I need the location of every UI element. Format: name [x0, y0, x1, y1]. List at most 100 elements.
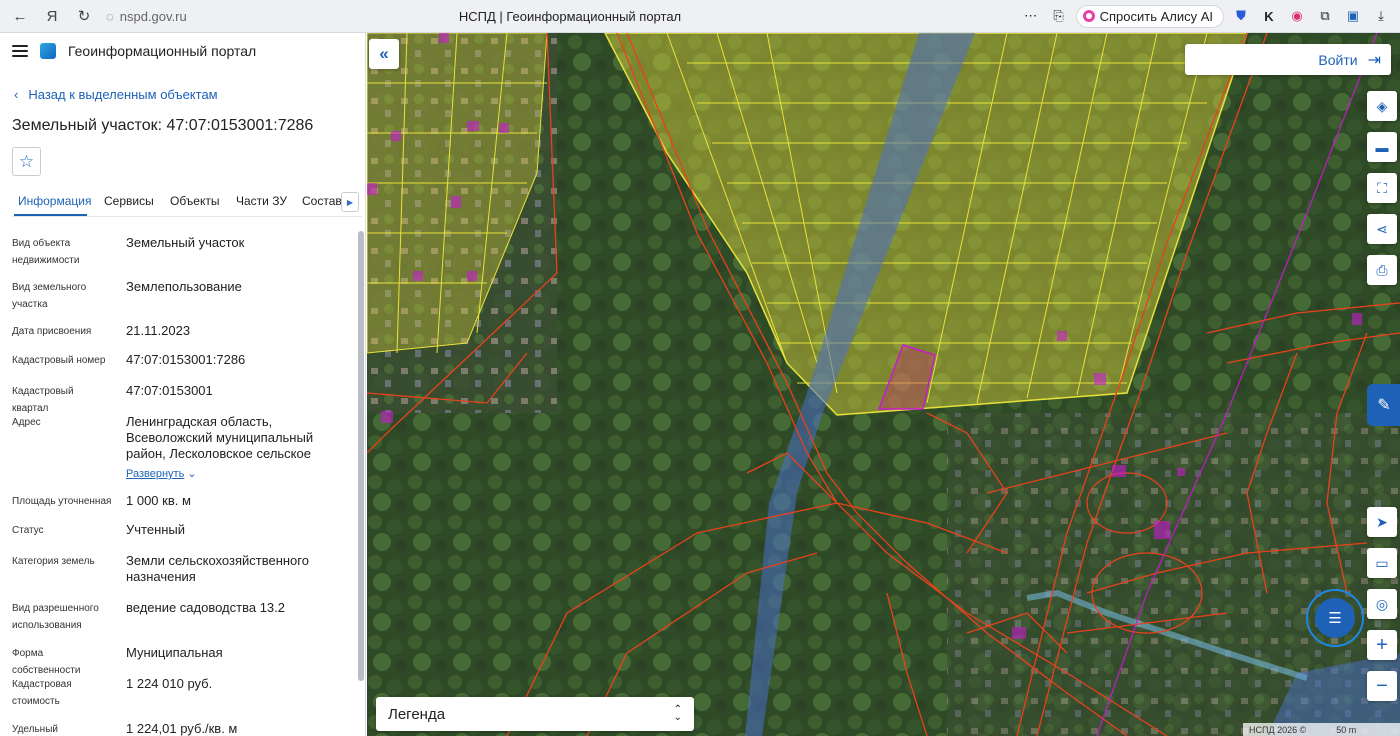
extension-circle-icon[interactable]: ◉	[1286, 5, 1308, 27]
tab-composition[interactable]: Состав	[302, 194, 342, 208]
layers-button[interactable]: ◈	[1367, 91, 1397, 121]
property-label: Вид земельного участка	[12, 282, 87, 310]
side-widget-button[interactable]: ✎	[1367, 384, 1400, 426]
property-label: Вид объекта недвижимости	[12, 238, 80, 266]
address-value: Ленинградская область, Всеволожский муни…	[126, 414, 314, 461]
property-value: Земли сельскохозяйственного назначения	[126, 553, 309, 584]
expand-address-link[interactable]: Развернуть ⌄	[126, 467, 197, 480]
ask-alice-button[interactable]: Спросить Алису AI	[1075, 4, 1224, 28]
download-icon[interactable]: ⤓	[1370, 5, 1392, 27]
map-attribution: НСПД 2026 © 50 m	[1243, 723, 1400, 736]
property-value: 1 224 010 руб.	[126, 676, 213, 691]
layers-icon: ◈	[1376, 97, 1388, 114]
extension-puzzle-icon[interactable]: ⧉	[1314, 5, 1336, 27]
property-value: Земельный участок	[126, 235, 245, 250]
property-value: 1 000 кв. м	[126, 493, 191, 508]
tab-information[interactable]: Информация	[18, 194, 91, 208]
menu-icon[interactable]	[12, 45, 28, 57]
property-value: 21.11.2023	[126, 323, 191, 338]
site-info-icon[interactable]: ◌	[106, 9, 114, 24]
back-arrow-icon[interactable]: ←	[4, 2, 36, 30]
double-chevron-left-icon: «	[379, 44, 389, 63]
login-label: Войти	[1318, 51, 1358, 68]
property-label: Вид разрешенного использования	[12, 603, 99, 631]
navigation-arrow-icon: ➤	[1376, 513, 1388, 530]
property-label: Адрес	[12, 417, 41, 428]
panel-header: Геоинформационный портал	[12, 43, 256, 59]
alice-label: Спросить Алису AI	[1099, 8, 1213, 24]
extension-shield-icon[interactable]: ⛊	[1230, 5, 1252, 27]
my-location-button[interactable]: ➤	[1367, 507, 1397, 537]
share-button[interactable]: ⋖	[1367, 214, 1397, 244]
reload-icon[interactable]: ↻	[68, 2, 100, 30]
legend-label: Легенда	[388, 705, 446, 723]
zoom-in-button[interactable]: +	[1367, 630, 1397, 660]
collapse-panel-button[interactable]: «	[369, 39, 399, 69]
property-label: Удельный показатель	[12, 724, 58, 735]
tab-services[interactable]: Сервисы	[104, 194, 154, 208]
chat-button[interactable]: ☰	[1306, 589, 1364, 647]
sign-in-icon: ⇥	[1367, 51, 1381, 69]
tab-parcel-parts[interactable]: Части ЗУ	[236, 194, 287, 208]
property-value: 1 224,01 руб./кв. м	[126, 721, 238, 736]
extension-k-icon[interactable]: K	[1258, 5, 1280, 27]
more-icon[interactable]: ⋯	[1020, 5, 1042, 27]
ruler-icon: ▬	[1375, 139, 1389, 155]
address-bar[interactable]: ◌ nspd.gov.ru	[106, 9, 187, 24]
widget-icon: ✎	[1377, 397, 1391, 414]
legend-dropdown[interactable]: Легенда ⌃ ⌄	[376, 697, 694, 731]
property-value: Муниципальная	[126, 645, 223, 660]
property-label: Кадастровый квартал	[12, 386, 74, 414]
back-to-selection-link[interactable]: ‹ Назад к выделенным объектам	[14, 87, 218, 102]
map-view[interactable]: « Войти ⇥ ◈ ▬ ⛶ ⋖ ⎙ ✎ ➤ ▭ ◎ + − ☰ Легенд…	[367, 33, 1400, 736]
selection-icon: ⛶	[1377, 179, 1387, 196]
location-pin-icon: ◎	[1375, 595, 1389, 612]
tab-objects[interactable]: Объекты	[170, 194, 220, 208]
app-title: Геоинформационный портал	[68, 43, 257, 59]
portal-logo-icon	[40, 43, 56, 59]
alice-icon	[1082, 10, 1095, 22]
zoom-out-button[interactable]: −	[1367, 671, 1397, 701]
page-title: Земельный участок: 47:07:0153001:7286	[12, 117, 314, 134]
select-area-button[interactable]: ⛶	[1367, 173, 1397, 203]
measure-button[interactable]: ▬	[1367, 132, 1397, 162]
scrollbar-thumb[interactable]	[358, 231, 364, 681]
plus-icon: +	[1376, 633, 1388, 656]
chevron-left-icon: ‹	[14, 87, 19, 102]
property-value: 47:07:0153001	[126, 383, 213, 398]
scale-bar-label: 50 m	[1336, 724, 1357, 735]
login-button[interactable]: Войти ⇥	[1185, 44, 1391, 75]
url-text[interactable]: nspd.gov.ru	[120, 9, 187, 24]
minimap-icon: ▭	[1375, 554, 1389, 571]
property-label: Статус	[12, 525, 44, 536]
yandex-icon[interactable]: Я	[36, 2, 68, 30]
chat-bubble-icon: ☰	[1315, 598, 1355, 638]
panel-scrollbar[interactable]	[358, 225, 364, 735]
chevron-up-down-icon: ⌃ ⌄	[673, 704, 682, 723]
minus-icon: −	[1376, 674, 1388, 697]
copyright-text: НСПД 2026 ©	[1249, 724, 1307, 735]
property-value: Учтенный	[126, 522, 186, 537]
property-value: 47:07:0153001:7286	[126, 352, 246, 367]
property-label: Категория земель	[12, 556, 95, 567]
property-value: Землепользование	[126, 279, 242, 294]
printer-icon: ⎙	[1376, 261, 1388, 278]
tabs-scroll-right-button[interactable]: ▶	[341, 192, 359, 212]
property-label: Площадь уточненная	[12, 496, 112, 507]
favorite-star-button[interactable]: ☆	[12, 147, 41, 176]
print-button[interactable]: ⎙	[1367, 255, 1397, 285]
browser-actions: ⋯ ⎘ Спросить Алису AI ⛊ K ◉ ⧉ ▣ ⤓	[1020, 4, 1392, 28]
satellite-map-layer[interactable]	[367, 33, 1400, 736]
bookmark-icon[interactable]: ⎘	[1048, 5, 1070, 27]
geo-search-button[interactable]: ◎	[1367, 589, 1397, 619]
property-label: Дата присвоения	[12, 326, 92, 337]
browser-toolbar: ← Я ↻ ◌ nspd.gov.ru НСПД | Геоинформацио…	[0, 0, 1400, 33]
minimap-button[interactable]: ▭	[1367, 548, 1397, 578]
property-label: Форма собственности	[12, 648, 81, 676]
info-panel: Геоинформационный портал ‹ Назад к выдел…	[0, 33, 366, 736]
chevron-down-icon: ⌄	[187, 468, 197, 480]
expand-label: Развернуть	[126, 468, 185, 480]
extension-badge-icon[interactable]: ▣	[1342, 5, 1364, 27]
star-icon: ☆	[18, 151, 35, 171]
browser-nav: ← Я ↻	[4, 2, 100, 30]
